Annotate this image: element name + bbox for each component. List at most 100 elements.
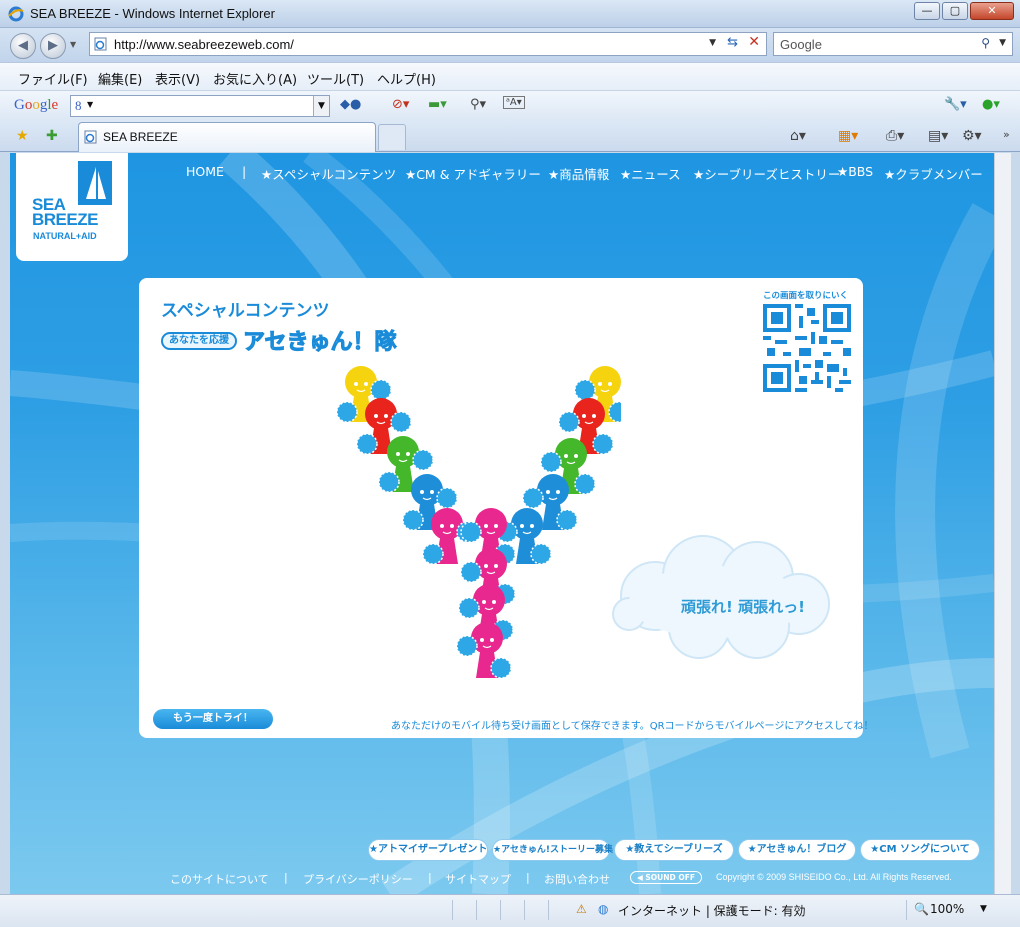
new-tab-button[interactable] — [378, 124, 406, 150]
favorites-star-icon[interactable]: ★ — [16, 128, 29, 144]
zoom-dropdown-icon[interactable]: ▼ — [980, 904, 987, 914]
menu-help[interactable]: ヘルプ(H) — [377, 69, 436, 88]
address-row: ◀ ▶ ▼ http://www.seabreezeweb.com/ ▼ ⇆ ✕… — [0, 28, 1020, 62]
search-dropdown-icon[interactable]: ▼ — [999, 38, 1006, 48]
window-frame-left — [0, 153, 10, 927]
menu-edit[interactable]: 編集(E) — [98, 69, 142, 88]
link-story-recruit[interactable]: ★アセきゅん!ストーリー募集 — [492, 839, 613, 861]
brand-wordmark: SEA BREEZE — [32, 196, 98, 229]
nav-news[interactable]: ★ニュース — [620, 164, 681, 183]
search-go-icon[interactable]: ◆● — [340, 97, 361, 112]
pom-pom-icon — [530, 543, 552, 565]
zoom-level[interactable]: 100% — [930, 902, 964, 916]
address-url[interactable]: http://www.seabreezeweb.com/ — [114, 37, 294, 52]
minimize-button[interactable]: — — [914, 2, 940, 20]
status-green-icon[interactable]: ●▾ — [982, 97, 1000, 112]
special-contents-panel: スペシャルコンテンツ あなたを応援 アセきゅん！隊 この画面を取りにいく 頑張れ… — [139, 278, 874, 738]
footer-about[interactable]: このサイトについて — [170, 871, 269, 887]
sound-off-button[interactable]: ◀ SOUND OFF — [630, 871, 702, 884]
pom-pom-icon — [412, 449, 434, 471]
sea-breeze-logo[interactable]: SEA BREEZE NATURAL+AID — [16, 153, 128, 261]
google-history-dropdown-icon[interactable]: ▼ — [313, 96, 329, 116]
nav-separator: | — [242, 164, 247, 179]
highlight-icon[interactable]: ⚲▾ — [470, 97, 486, 112]
internet-globe-icon: ◍ — [598, 902, 609, 916]
tools-gear-icon[interactable]: ⚙▾ — [962, 128, 982, 144]
warning-icon[interactable]: ⚠ — [576, 902, 587, 916]
search-icon[interactable]: ⚲ — [981, 36, 990, 50]
menu-favorites[interactable]: お気に入り(A) — [213, 69, 297, 88]
forward-button[interactable]: ▶ — [40, 33, 66, 59]
footer-separator: | — [428, 871, 432, 884]
pom-pom-icon — [336, 401, 358, 423]
cheer-text: 頑張れ! 頑張れっ! — [681, 598, 805, 616]
tab-label[interactable]: SEA BREEZE — [103, 130, 178, 144]
refresh-icon[interactable]: ⇆ — [727, 35, 738, 50]
footer-contact[interactable]: お問い合わせ — [544, 871, 610, 887]
google-input-dropdown-icon[interactable]: ▼ — [87, 100, 93, 109]
link-asekyun-blog[interactable]: ★アセきゅん！ブログ — [738, 839, 856, 861]
nav-club-member[interactable]: ★クラブメンバー — [884, 164, 983, 183]
panel-title: スペシャルコンテンツ — [161, 301, 330, 321]
pom-pom-icon — [422, 543, 444, 565]
pom-pom-icon — [460, 561, 482, 583]
page-viewport: SEA BREEZE NATURAL+AID HOME | ★スペシャルコンテン… — [10, 153, 994, 894]
zoom-icon[interactable]: 🔍 — [914, 902, 929, 916]
security-zone[interactable]: インターネット | 保護モード: 有効 — [618, 902, 806, 919]
footer-separator: | — [284, 871, 288, 884]
pom-pom-icon — [458, 597, 480, 619]
google-input-value[interactable]: 8 — [75, 98, 82, 114]
wrench-icon[interactable]: 🔧▾ — [944, 97, 967, 112]
nav-products[interactable]: ★商品情報 — [548, 164, 609, 183]
address-bar[interactable]: http://www.seabreezeweb.com/ ▼ ⇆ ✕ — [89, 32, 767, 56]
nav-cm-ad-gallery[interactable]: ★CM & アドギャラリー — [405, 164, 541, 183]
vertical-scrollbar[interactable] — [994, 153, 1011, 894]
print-icon[interactable]: ⎙▾ — [886, 128, 904, 144]
retry-button[interactable]: もう一度トライ！ — [153, 709, 273, 729]
link-cm-song[interactable]: ★CM ソングについて — [860, 839, 980, 861]
pom-pom-icon — [574, 473, 596, 495]
address-dropdown-icon[interactable]: ▼ — [709, 38, 716, 48]
link-atomizer-present[interactable]: ★アトマイザープレゼント — [368, 839, 488, 861]
page-icon — [94, 37, 107, 51]
tab-sea-breeze[interactable]: SEA BREEZE — [78, 122, 376, 152]
link-teach-seabreeze[interactable]: ★教えてシーブリーズ — [614, 839, 734, 861]
nav-home[interactable]: HOME — [186, 164, 224, 179]
close-button[interactable]: ✕ — [970, 2, 1014, 20]
chevron-more-icon[interactable]: » — [1003, 128, 1010, 141]
pagerank-icon[interactable]: ▬▾ — [428, 97, 447, 112]
brand-line-2: BREEZE — [32, 210, 98, 229]
tab-row: ★ ✚ SEA BREEZE ⌂▾ ▦▾ ⎙▾ ▤▾ ⚙▾ » — [0, 120, 1020, 152]
google-logo[interactable]: Google — [14, 97, 58, 114]
nav-special-contents[interactable]: ★スペシャルコンテンツ — [261, 164, 396, 183]
history-dropdown-icon[interactable]: ▼ — [70, 40, 76, 49]
translate-icon[interactable]: ᵃA▾ — [503, 96, 525, 109]
page-menu-icon[interactable]: ▤▾ — [928, 128, 948, 144]
google-search-input[interactable]: 8 ▼ ▼ — [70, 95, 330, 117]
footer-privacy[interactable]: プライバシーポリシー — [303, 871, 413, 887]
google-toolbar: Google 8 ▼ ▼ ◆● ⊘▾ ▬▾ ⚲▾ ᵃA▾ 🔧▾ ●▾ — [0, 90, 1020, 120]
qr-code-icon[interactable] — [763, 304, 851, 392]
tab-page-icon — [84, 130, 97, 144]
pom-pom-icon — [490, 657, 512, 679]
menu-tools[interactable]: ツール(T) — [307, 69, 364, 88]
menu-view[interactable]: 表示(V) — [155, 69, 200, 88]
nav-history[interactable]: ★シーブリーズヒストリー — [693, 164, 840, 183]
popup-blocker-icon[interactable]: ⊘▾ — [392, 97, 409, 112]
menu-file[interactable]: ファイル(F) — [18, 69, 88, 88]
maximize-button[interactable]: ▢ — [942, 2, 968, 20]
pom-pom-icon — [402, 509, 424, 531]
feeds-icon[interactable]: ▦▾ — [838, 128, 858, 144]
search-box[interactable]: Google ⚲ ▼ — [773, 32, 1013, 56]
qr-label: この画面を取りにいく — [763, 291, 849, 301]
pom-pom-icon — [370, 379, 392, 401]
back-button[interactable]: ◀ — [10, 33, 36, 59]
stop-icon[interactable]: ✕ — [748, 34, 760, 50]
home-icon[interactable]: ⌂▾ — [790, 128, 806, 144]
pom-pom-icon — [378, 471, 400, 493]
nav-bbs[interactable]: ★BBS — [837, 164, 873, 179]
pom-pom-icon — [460, 521, 482, 543]
search-placeholder[interactable]: Google — [780, 37, 822, 52]
footer-sitemap[interactable]: サイトマップ — [445, 871, 511, 887]
add-favorite-icon[interactable]: ✚ — [46, 128, 58, 144]
